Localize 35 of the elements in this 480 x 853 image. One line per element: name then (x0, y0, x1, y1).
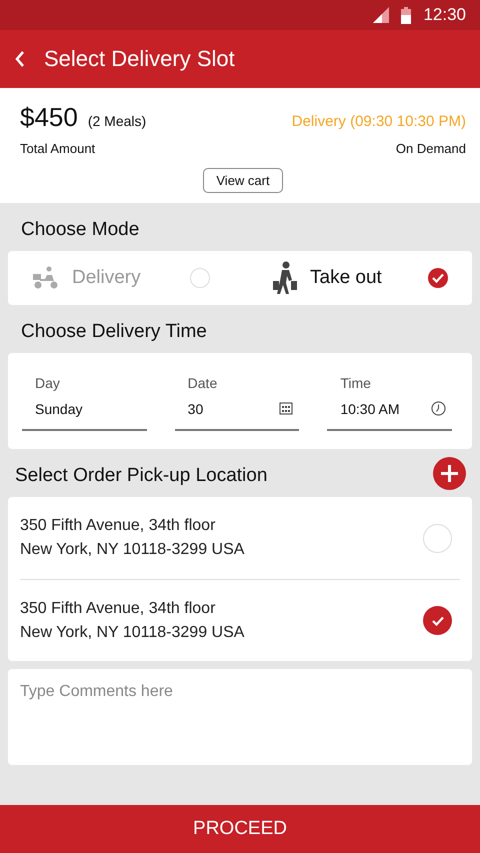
calendar-icon (279, 401, 294, 415)
total-amount: $450 (20, 102, 78, 133)
comments-field[interactable]: Type Comments here (8, 669, 472, 765)
address-text: 350 Fifth Avenue, 34th floor New York, NY 10118-3299 USA (20, 516, 244, 560)
section-heading: Choose Delivery Time (20, 320, 208, 344)
input-field[interactable]: 30 (174, 399, 300, 431)
field-label: Day (34, 375, 61, 391)
add-button[interactable] (433, 456, 466, 490)
back-icon (14, 50, 26, 68)
section-heading: Choose Mode (20, 218, 140, 242)
field-label: Date (186, 375, 218, 391)
delivery-window: Delivery (09:30 10:30 PM) (292, 113, 466, 130)
input-field[interactable]: 10:30 AM (327, 399, 452, 431)
screen-title: Select Delivery Slot (44, 46, 235, 72)
proceed-button[interactable]: PROCEED (0, 805, 480, 853)
battery-icon (401, 6, 412, 24)
delivery-type: On Demand (396, 141, 466, 156)
scooter-icon (32, 266, 60, 290)
input-field[interactable]: Sunday (22, 399, 147, 431)
person-with-bags-icon (272, 261, 298, 295)
status-time: 12:30 (423, 5, 466, 25)
clock-icon (430, 401, 446, 416)
view-cart-button[interactable]: View cart (203, 168, 283, 193)
signal-icon (373, 7, 390, 23)
meal-count: (2 Meals) (88, 113, 146, 129)
mode-option[interactable]: Take out (272, 261, 448, 295)
check-icon (431, 271, 445, 285)
plus-icon (440, 464, 459, 482)
address-radio[interactable] (423, 524, 452, 552)
section-heading: Select Order Pick-up Location (14, 464, 268, 488)
address-radio[interactable] (423, 606, 452, 635)
back-button[interactable] (14, 50, 26, 68)
field-label: Time (339, 375, 372, 391)
total-amount-label: Total Amount (20, 141, 96, 156)
address-text: 350 Fifth Avenue, 34th floor New York, NY 10118-3299 USA (20, 598, 244, 642)
